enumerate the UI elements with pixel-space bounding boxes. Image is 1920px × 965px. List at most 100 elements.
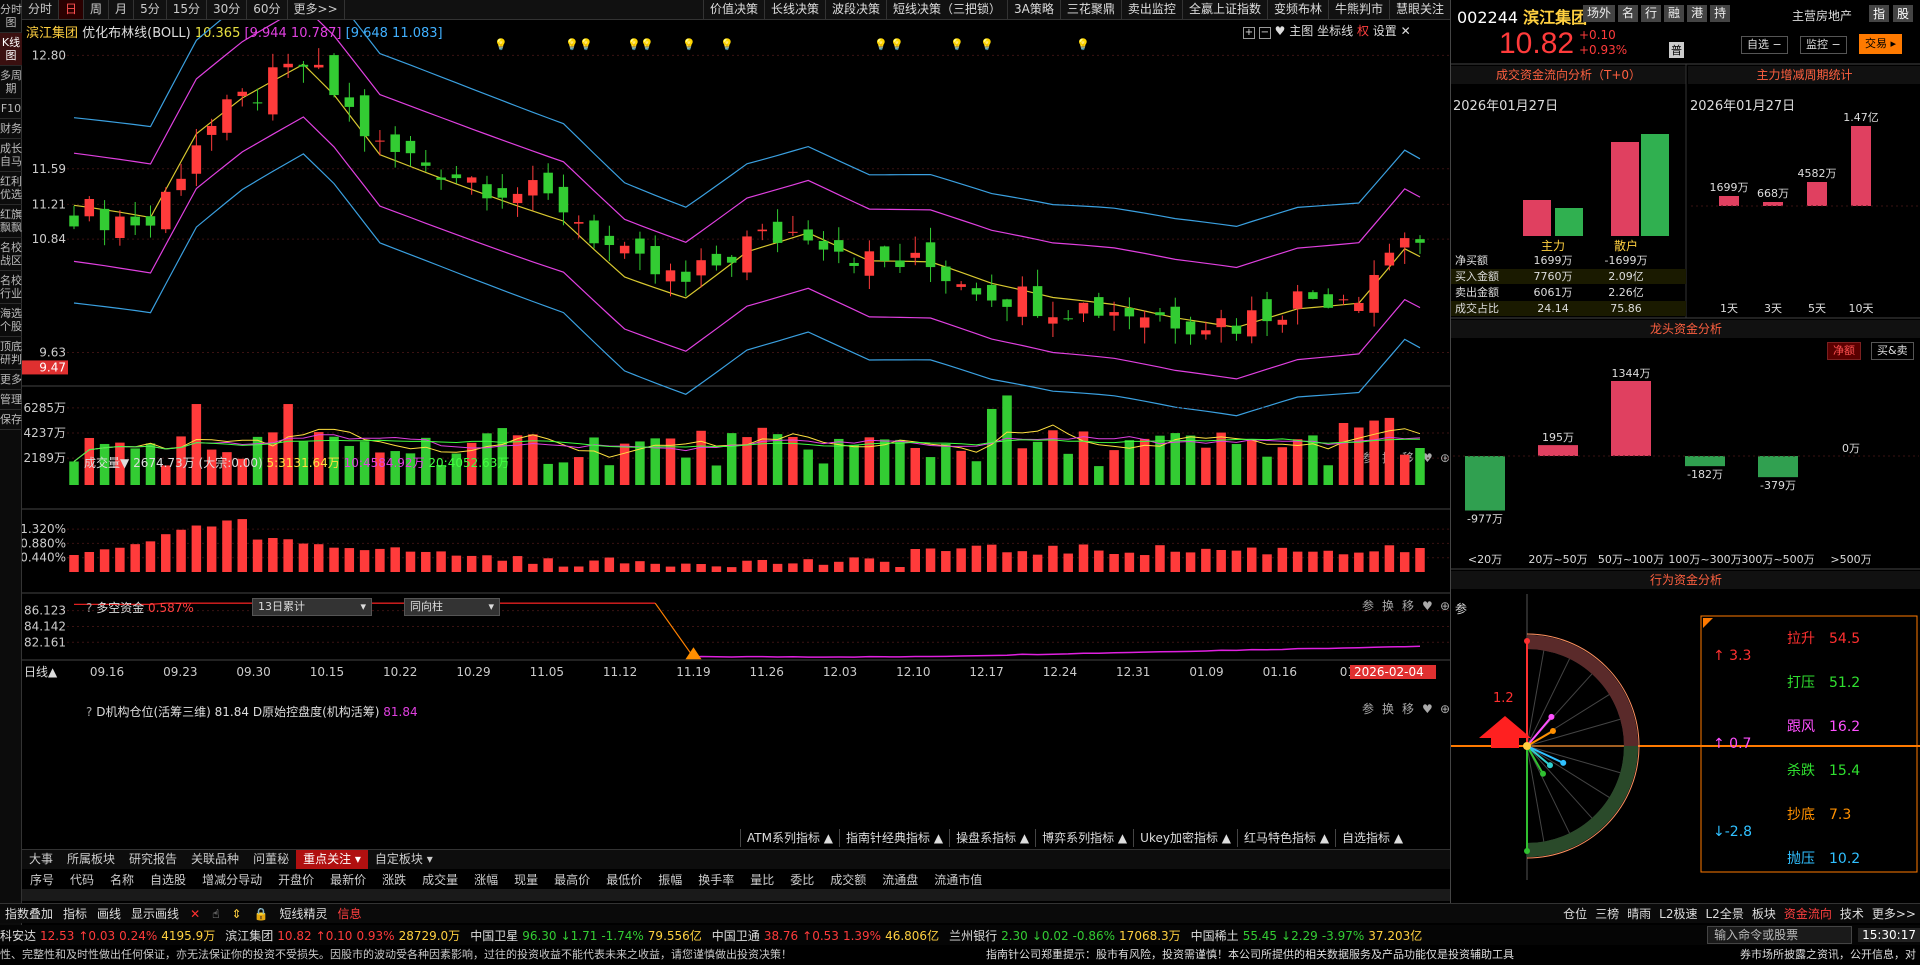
candle[interactable]	[497, 174, 508, 209]
duokong-bar[interactable]	[1216, 549, 1226, 572]
strategy-tab-0[interactable]: 价值决策	[702, 0, 764, 19]
duokong-bar[interactable]	[895, 567, 905, 572]
sidebar-item-2[interactable]: 多周期	[0, 66, 22, 99]
volume-bar[interactable]	[1415, 448, 1425, 485]
status-tool-4[interactable]: 短线精灵	[274, 905, 332, 922]
volume-bar[interactable]	[696, 430, 706, 485]
candle[interactable]	[1170, 297, 1181, 344]
duokong-bar[interactable]	[910, 549, 920, 572]
period-tab-4[interactable]: 5分	[134, 0, 167, 19]
duokong-bar[interactable]	[69, 555, 79, 572]
duokong-bar[interactable]	[1308, 551, 1318, 572]
sidebar-item-7[interactable]: 红旗飘飘	[0, 205, 22, 238]
flow-bar[interactable]	[1555, 208, 1583, 236]
candle[interactable]	[359, 89, 370, 152]
col-header-18[interactable]: 流通盘	[874, 871, 926, 887]
candle[interactable]	[1155, 307, 1165, 322]
flow-bar[interactable]	[1611, 142, 1639, 236]
candle[interactable]	[115, 210, 125, 246]
bottom-tab-5[interactable]: 重点关注 ▾	[296, 850, 368, 869]
help-icon[interactable]: ?	[86, 601, 92, 615]
volume-bar[interactable]	[1185, 435, 1196, 485]
duokong-bar[interactable]	[589, 560, 599, 572]
volume-bar[interactable]	[619, 443, 630, 485]
candle[interactable]	[971, 282, 982, 301]
col-header-17[interactable]: 成交额	[822, 871, 874, 887]
duokong-bar[interactable]	[941, 551, 951, 572]
volume-bar[interactable]	[757, 427, 768, 485]
col-header-0[interactable]: 序号	[22, 871, 62, 887]
sidebar-item-13[interactable]: 管理	[0, 390, 22, 410]
duokong-bar[interactable]	[252, 539, 263, 572]
candle[interactable]	[1139, 310, 1150, 344]
duokong-bar[interactable]	[512, 556, 523, 572]
delete-icon[interactable]: ✕	[184, 907, 206, 921]
volume-bar[interactable]	[1063, 453, 1073, 485]
col-header-12[interactable]: 最低价	[598, 871, 650, 887]
duokong-bar[interactable]	[421, 551, 431, 572]
ticker-item[interactable]: 科安达 12.53 ↑0.03 0.24% 4195.9万	[0, 927, 225, 944]
duokong-bar[interactable]	[788, 563, 798, 572]
duokong-bar[interactable]	[191, 525, 202, 572]
candle[interactable]	[558, 174, 569, 226]
right-tab2-0[interactable]: 仓位	[1559, 905, 1591, 922]
ticker-item[interactable]: 滨江集团 10.82 ↑0.10 0.93% 28729.0万	[225, 927, 470, 944]
volume-bar[interactable]	[1247, 440, 1257, 485]
flow-bar[interactable]	[1523, 200, 1551, 236]
sidebar-item-6[interactable]: 红利优选	[0, 172, 22, 205]
event-marker-icon[interactable]: 💡	[980, 38, 994, 51]
candle[interactable]	[986, 274, 997, 307]
event-marker-icon[interactable]: 💡	[720, 38, 734, 51]
duokong-bar[interactable]	[574, 566, 584, 572]
col-header-10[interactable]: 现量	[506, 871, 546, 887]
event-marker-icon[interactable]: 💡	[579, 38, 593, 51]
volume-bar[interactable]	[1384, 417, 1395, 485]
indicator-menu-0[interactable]: ATM系列指标 ▲	[740, 829, 839, 847]
candle[interactable]	[818, 231, 829, 261]
zl-bar[interactable]	[1763, 202, 1783, 206]
strategy-tab-3[interactable]: 短线决策（三把锁）	[886, 0, 1007, 19]
volume-bar[interactable]	[1323, 465, 1333, 485]
duokong-bar[interactable]	[1338, 554, 1349, 572]
duokong-bar[interactable]	[956, 548, 966, 572]
duokong-bar[interactable]	[1415, 548, 1425, 572]
duokong-bar[interactable]	[1002, 552, 1012, 572]
right-tab-1[interactable]: L2全景	[1702, 905, 1748, 922]
candle[interactable]	[864, 240, 875, 290]
col-header-16[interactable]: 委比	[782, 871, 822, 887]
ticker-item[interactable]: 中国卫星 96.30 ↓1.71 -1.74% 79.556亿	[470, 927, 712, 944]
duokong-bar[interactable]	[925, 548, 936, 572]
right-tab2-2[interactable]: 晴雨	[1623, 905, 1655, 922]
candle[interactable]	[268, 53, 278, 121]
candle[interactable]	[436, 169, 446, 190]
duokong-bar[interactable]	[222, 520, 232, 572]
volume-bar[interactable]	[681, 457, 691, 485]
candle[interactable]	[1216, 309, 1226, 343]
event-marker-icon[interactable]: 💡	[682, 38, 696, 51]
longtou-bar[interactable]	[1465, 456, 1505, 511]
candle[interactable]	[298, 60, 309, 83]
volume-bar[interactable]	[191, 404, 202, 485]
candle[interactable]	[925, 227, 936, 283]
horizontal-scrollbar[interactable]	[22, 889, 1450, 901]
duokong-bar[interactable]	[803, 559, 813, 572]
right-tab-5[interactable]: 技术	[1836, 905, 1868, 922]
duokong-bar[interactable]	[359, 550, 370, 572]
volume-bar[interactable]	[1017, 448, 1028, 485]
candle[interactable]	[405, 135, 416, 167]
period-tab-6[interactable]: 30分	[207, 0, 248, 19]
volume-bar[interactable]	[574, 457, 584, 485]
volume-bar[interactable]	[818, 463, 829, 485]
candle[interactable]	[1247, 296, 1257, 344]
volume-bar[interactable]	[803, 449, 813, 485]
duokong-title[interactable]: 多空资金	[96, 601, 144, 615]
status-tool-3[interactable]: 显示画线	[126, 905, 184, 922]
col-header-8[interactable]: 成交量	[414, 871, 466, 887]
volume-bar[interactable]	[1094, 466, 1104, 485]
duokong-bar[interactable]	[1277, 547, 1288, 572]
candle[interactable]	[1399, 232, 1410, 264]
col-header-15[interactable]: 量比	[742, 871, 782, 887]
duokong-bar[interactable]	[145, 541, 156, 572]
candle[interactable]	[1308, 290, 1318, 300]
strategy-tab-2[interactable]: 波段决策	[825, 0, 886, 19]
